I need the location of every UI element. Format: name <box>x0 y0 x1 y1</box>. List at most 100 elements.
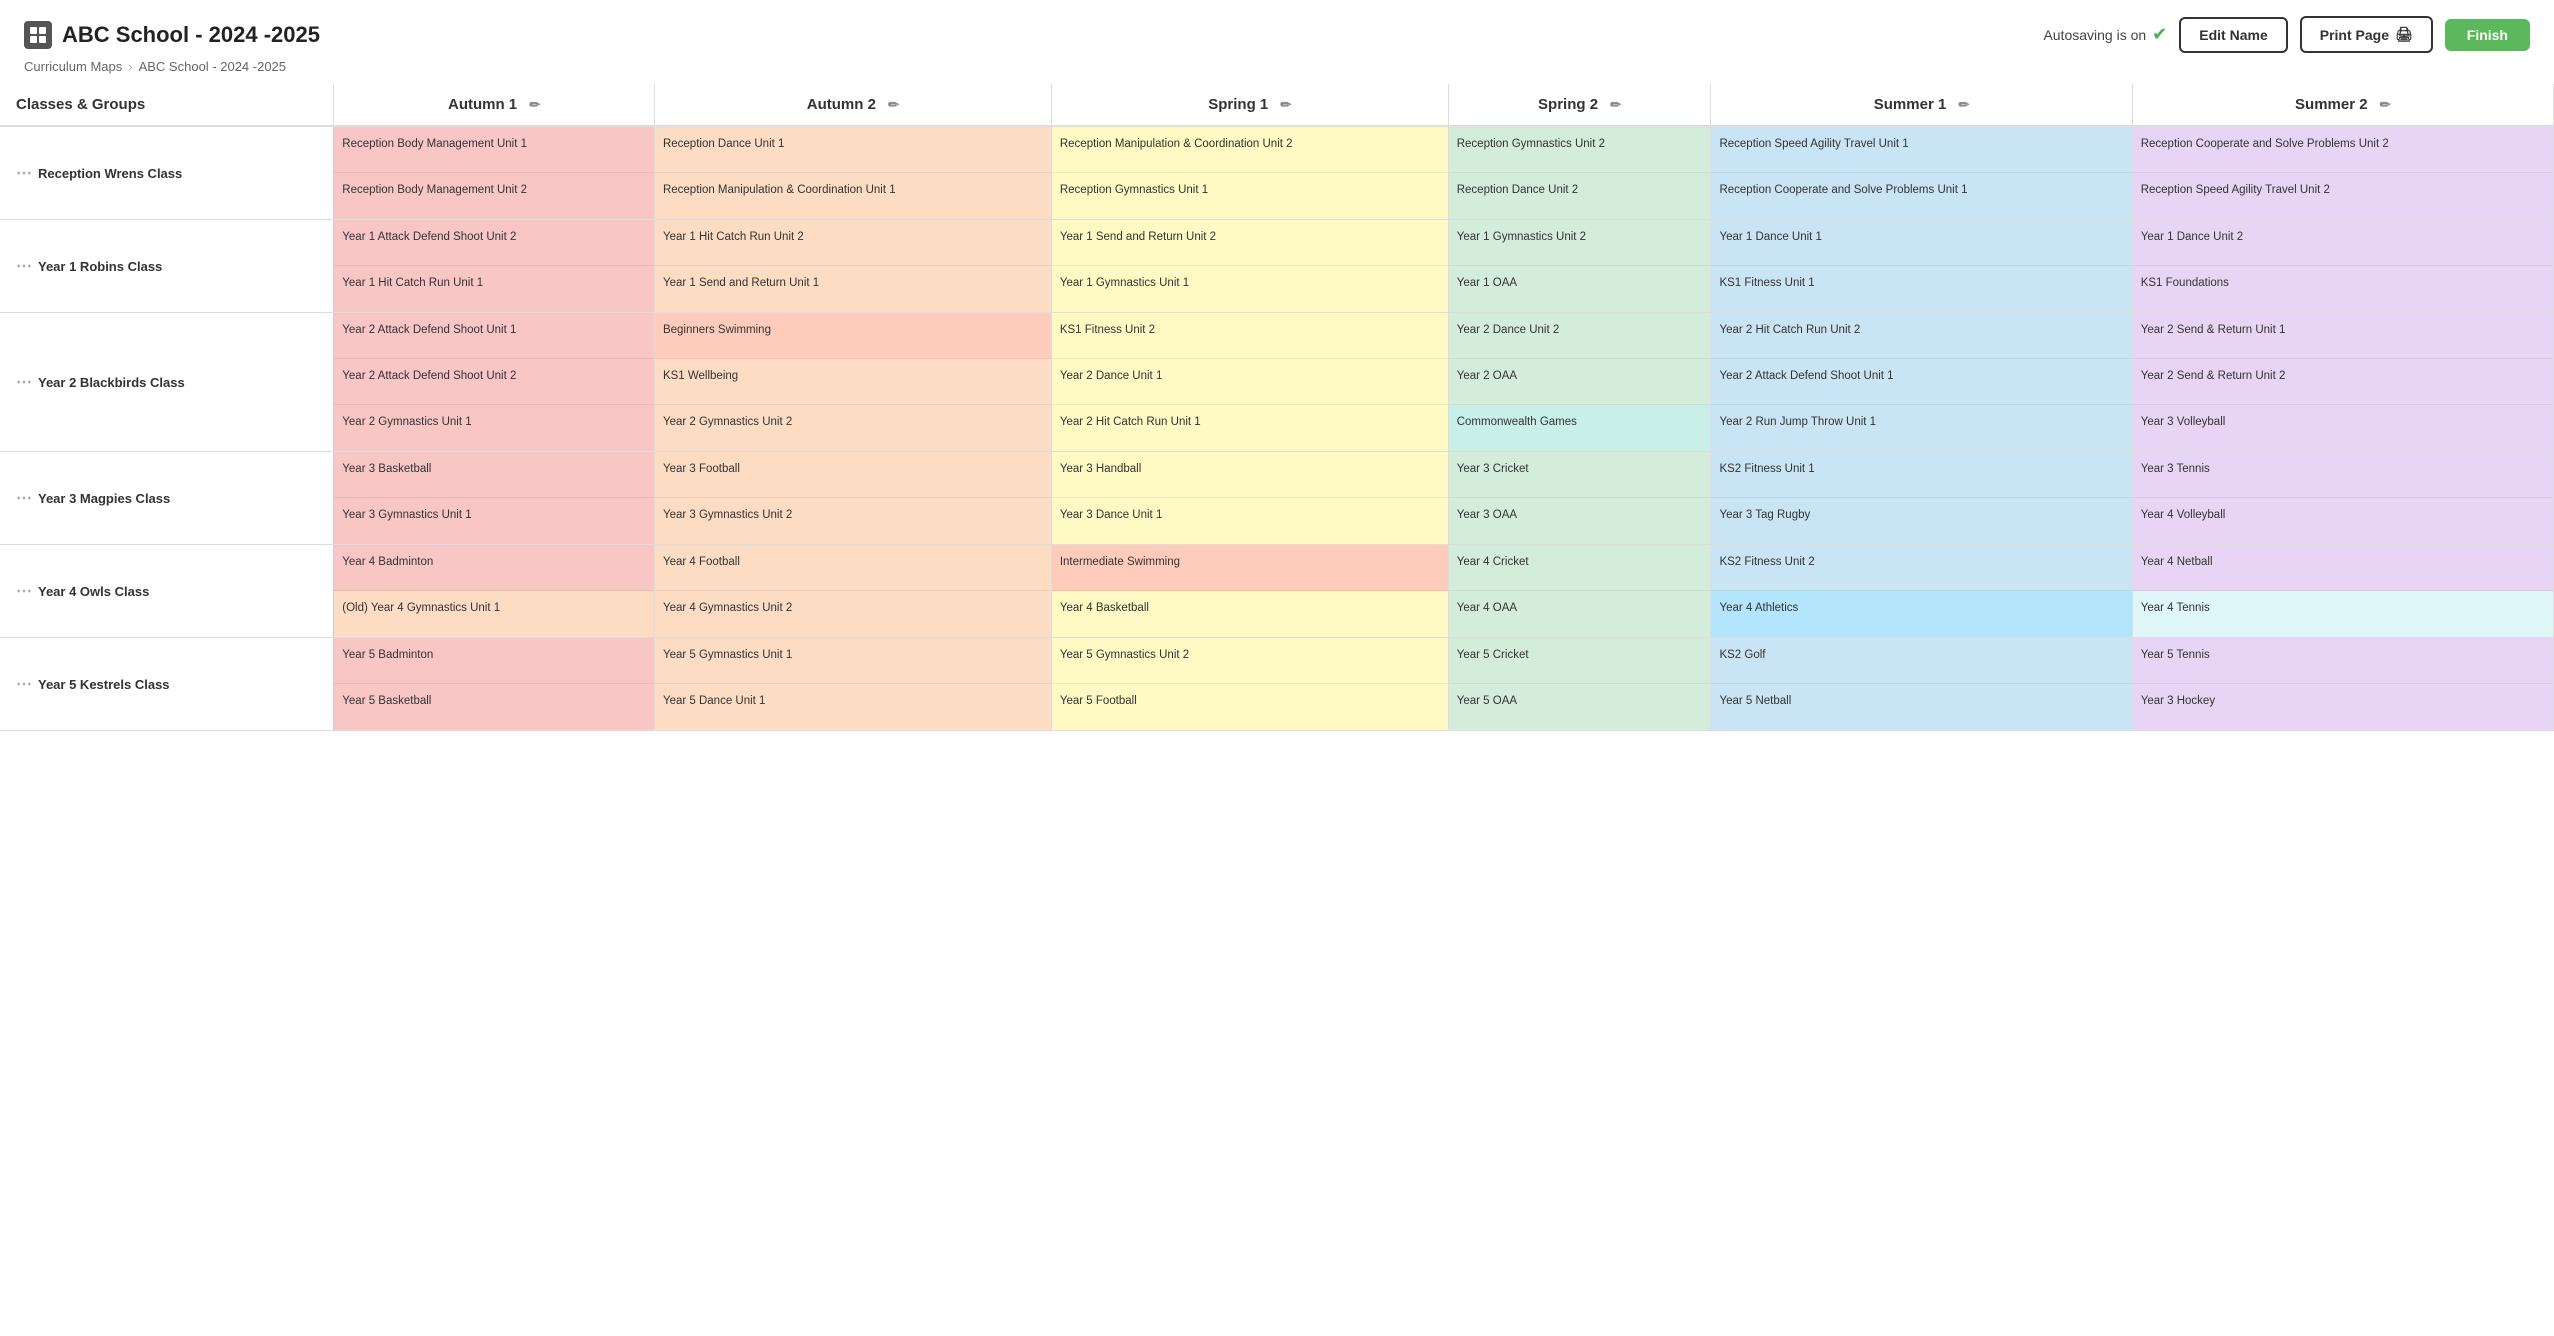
unit-item[interactable]: Year 2 Attack Defend Shoot Unit 2 <box>334 359 654 405</box>
unit-item[interactable]: Year 2 Attack Defend Shoot Unit 1 <box>334 313 654 359</box>
data-cell-r1-c3[interactable]: Year 1 Gymnastics Unit 2Year 1 OAA <box>1448 220 1711 313</box>
unit-item[interactable]: (Old) Year 4 Gymnastics Unit 1 <box>334 591 654 637</box>
unit-item[interactable]: Year 4 Basketball <box>1052 591 1448 637</box>
unit-item[interactable]: Year 4 Netball <box>2133 545 2553 591</box>
unit-item[interactable]: Year 1 Dance Unit 1 <box>1711 220 2131 266</box>
row-menu-icon[interactable]: ⋯ <box>16 163 32 183</box>
unit-item[interactable]: Year 4 Cricket <box>1449 545 1711 591</box>
data-cell-r4-c3[interactable]: Year 4 CricketYear 4 OAA <box>1448 545 1711 638</box>
unit-item[interactable]: Year 1 Send and Return Unit 1 <box>655 266 1051 312</box>
data-cell-r5-c4[interactable]: KS2 GolfYear 5 Netball <box>1711 638 2132 731</box>
unit-item[interactable]: Year 2 Gymnastics Unit 2 <box>655 405 1051 451</box>
unit-item[interactable]: Reception Dance Unit 1 <box>655 127 1051 173</box>
data-cell-r0-c3[interactable]: Reception Gymnastics Unit 2Reception Dan… <box>1448 126 1711 220</box>
unit-item[interactable]: Year 1 Attack Defend Shoot Unit 2 <box>334 220 654 266</box>
unit-item[interactable]: Reception Gymnastics Unit 1 <box>1052 173 1448 219</box>
data-cell-r1-c1[interactable]: Year 1 Hit Catch Run Unit 2Year 1 Send a… <box>654 220 1051 313</box>
unit-item[interactable]: Year 3 Tag Rugby <box>1711 498 2131 544</box>
data-cell-r3-c2[interactable]: Year 3 HandballYear 3 Dance Unit 1 <box>1051 452 1448 545</box>
unit-item[interactable]: Year 2 Attack Defend Shoot Unit 1 <box>1711 359 2131 405</box>
data-cell-r4-c2[interactable]: Intermediate SwimmingYear 4 Basketball <box>1051 545 1448 638</box>
unit-item[interactable]: KS2 Fitness Unit 1 <box>1711 452 2131 498</box>
unit-item[interactable]: Year 5 Basketball <box>334 684 654 730</box>
row-menu-icon[interactable]: ⋯ <box>16 674 32 694</box>
unit-item[interactable]: Year 3 Volleyball <box>2133 405 2553 451</box>
unit-item[interactable]: Year 2 Hit Catch Run Unit 2 <box>1711 313 2131 359</box>
data-cell-r5-c3[interactable]: Year 5 CricketYear 5 OAA <box>1448 638 1711 731</box>
data-cell-r1-c5[interactable]: Year 1 Dance Unit 2KS1 Foundations <box>2132 220 2553 313</box>
unit-item[interactable]: Year 2 Run Jump Throw Unit 1 <box>1711 405 2131 451</box>
edit-autumn1-icon[interactable]: ✏ <box>529 97 540 112</box>
unit-item[interactable]: KS1 Wellbeing <box>655 359 1051 405</box>
unit-item[interactable]: Year 5 Dance Unit 1 <box>655 684 1051 730</box>
print-page-button[interactable]: Print Page 🖨 <box>2300 16 2433 53</box>
unit-item[interactable]: KS2 Golf <box>1711 638 2131 684</box>
unit-item[interactable]: Year 2 Dance Unit 1 <box>1052 359 1448 405</box>
data-cell-r2-c3[interactable]: Year 2 Dance Unit 2Year 2 OAACommonwealt… <box>1448 313 1711 452</box>
unit-item[interactable]: Year 4 Athletics <box>1711 591 2131 637</box>
data-cell-r5-c5[interactable]: Year 5 TennisYear 3 Hockey <box>2132 638 2553 731</box>
unit-item[interactable]: KS2 Fitness Unit 2 <box>1711 545 2131 591</box>
unit-item[interactable]: Year 3 Dance Unit 1 <box>1052 498 1448 544</box>
edit-spring2-icon[interactable]: ✏ <box>1610 97 1621 112</box>
unit-item[interactable]: Year 5 Gymnastics Unit 1 <box>655 638 1051 684</box>
unit-item[interactable]: Year 5 OAA <box>1449 684 1711 730</box>
unit-item[interactable]: Year 5 Gymnastics Unit 2 <box>1052 638 1448 684</box>
unit-item[interactable]: Year 2 Gymnastics Unit 1 <box>334 405 654 451</box>
data-cell-r1-c0[interactable]: Year 1 Attack Defend Shoot Unit 2Year 1 … <box>334 220 655 313</box>
edit-spring1-icon[interactable]: ✏ <box>1280 97 1291 112</box>
unit-item[interactable]: Beginners Swimming <box>655 313 1051 359</box>
edit-autumn2-icon[interactable]: ✏ <box>888 97 899 112</box>
data-cell-r1-c2[interactable]: Year 1 Send and Return Unit 2Year 1 Gymn… <box>1051 220 1448 313</box>
data-cell-r5-c1[interactable]: Year 5 Gymnastics Unit 1Year 5 Dance Uni… <box>654 638 1051 731</box>
unit-item[interactable]: Year 2 Dance Unit 2 <box>1449 313 1711 359</box>
unit-item[interactable]: Reception Speed Agility Travel Unit 1 <box>1711 127 2131 173</box>
unit-item[interactable]: Reception Dance Unit 2 <box>1449 173 1711 219</box>
data-cell-r4-c4[interactable]: KS2 Fitness Unit 2Year 4 Athletics <box>1711 545 2132 638</box>
unit-item[interactable]: Year 3 Cricket <box>1449 452 1711 498</box>
unit-item[interactable]: Year 5 Badminton <box>334 638 654 684</box>
data-cell-r5-c2[interactable]: Year 5 Gymnastics Unit 2Year 5 Football <box>1051 638 1448 731</box>
unit-item[interactable]: Year 4 Volleyball <box>2133 498 2553 544</box>
unit-item[interactable]: Reception Body Management Unit 2 <box>334 173 654 219</box>
unit-item[interactable]: Year 1 Gymnastics Unit 2 <box>1449 220 1711 266</box>
unit-item[interactable]: KS1 Fitness Unit 2 <box>1052 313 1448 359</box>
row-menu-icon[interactable]: ⋯ <box>16 581 32 601</box>
unit-item[interactable]: Year 3 Hockey <box>2133 684 2553 730</box>
unit-item[interactable]: Year 5 Football <box>1052 684 1448 730</box>
unit-item[interactable]: Year 5 Tennis <box>2133 638 2553 684</box>
unit-item[interactable]: Year 2 Send & Return Unit 2 <box>2133 359 2553 405</box>
unit-item[interactable]: Reception Cooperate and Solve Problems U… <box>2133 127 2553 173</box>
unit-item[interactable]: Reception Cooperate and Solve Problems U… <box>1711 173 2131 219</box>
unit-item[interactable]: Year 4 Tennis <box>2133 591 2553 637</box>
unit-item[interactable]: Reception Gymnastics Unit 2 <box>1449 127 1711 173</box>
unit-item[interactable]: Year 1 Hit Catch Run Unit 2 <box>655 220 1051 266</box>
data-cell-r2-c1[interactable]: Beginners SwimmingKS1 WellbeingYear 2 Gy… <box>654 313 1051 452</box>
unit-item[interactable]: Year 2 Send & Return Unit 1 <box>2133 313 2553 359</box>
data-cell-r0-c1[interactable]: Reception Dance Unit 1Reception Manipula… <box>654 126 1051 220</box>
unit-item[interactable]: Year 1 Dance Unit 2 <box>2133 220 2553 266</box>
unit-item[interactable]: Year 3 Tennis <box>2133 452 2553 498</box>
data-cell-r0-c5[interactable]: Reception Cooperate and Solve Problems U… <box>2132 126 2553 220</box>
unit-item[interactable]: Reception Manipulation & Coordination Un… <box>1052 127 1448 173</box>
unit-item[interactable]: Commonwealth Games <box>1449 405 1711 451</box>
unit-item[interactable]: Year 1 Hit Catch Run Unit 1 <box>334 266 654 312</box>
unit-item[interactable]: Year 3 OAA <box>1449 498 1711 544</box>
unit-item[interactable]: Year 5 Cricket <box>1449 638 1711 684</box>
unit-item[interactable]: Year 3 Gymnastics Unit 2 <box>655 498 1051 544</box>
data-cell-r3-c3[interactable]: Year 3 CricketYear 3 OAA <box>1448 452 1711 545</box>
data-cell-r0-c0[interactable]: Reception Body Management Unit 1Receptio… <box>334 126 655 220</box>
unit-item[interactable]: Year 3 Football <box>655 452 1051 498</box>
data-cell-r0-c4[interactable]: Reception Speed Agility Travel Unit 1Rec… <box>1711 126 2132 220</box>
unit-item[interactable]: Year 3 Gymnastics Unit 1 <box>334 498 654 544</box>
data-cell-r4-c5[interactable]: Year 4 NetballYear 4 Tennis <box>2132 545 2553 638</box>
row-menu-icon[interactable]: ⋯ <box>16 256 32 276</box>
unit-item[interactable]: Year 1 OAA <box>1449 266 1711 312</box>
unit-item[interactable]: Year 2 Hit Catch Run Unit 1 <box>1052 405 1448 451</box>
unit-item[interactable]: Year 4 Gymnastics Unit 2 <box>655 591 1051 637</box>
unit-item[interactable]: Year 1 Gymnastics Unit 1 <box>1052 266 1448 312</box>
unit-item[interactable]: Intermediate Swimming <box>1052 545 1448 591</box>
data-cell-r3-c5[interactable]: Year 3 TennisYear 4 Volleyball <box>2132 452 2553 545</box>
row-menu-icon[interactable]: ⋯ <box>16 488 32 508</box>
unit-item[interactable]: Year 4 OAA <box>1449 591 1711 637</box>
